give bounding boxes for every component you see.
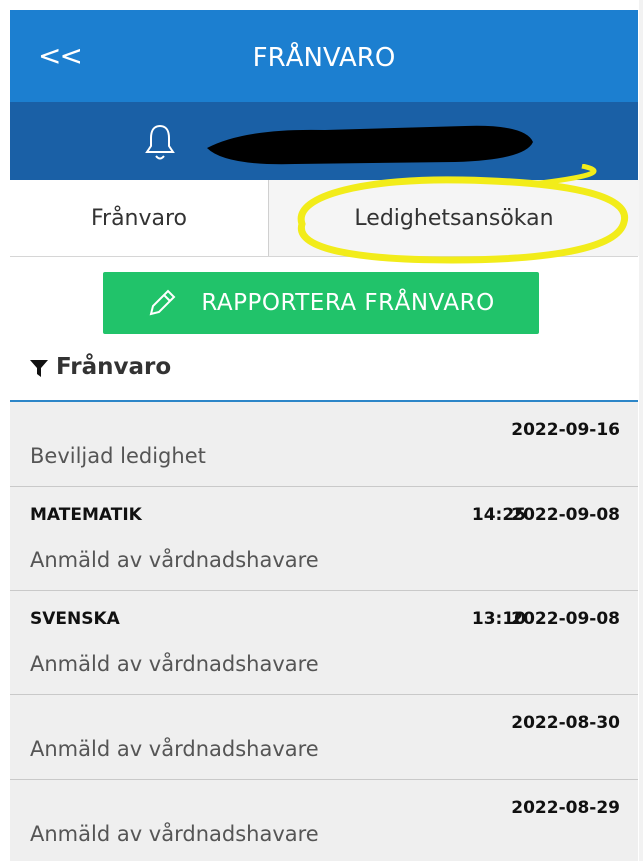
redacted-name [207, 125, 533, 165]
absence-description: Beviljad ledighet [30, 444, 206, 468]
filter-icon [30, 360, 48, 377]
app-header: << FRÅNVARO [10, 10, 638, 102]
report-absence-label: RAPPORTERA FRÅNVARO [201, 290, 495, 316]
absence-date: 2022-09-08 [511, 609, 620, 629]
filter-label: Frånvaro [56, 354, 172, 380]
screen-edge [639, 0, 643, 861]
absence-date: 2022-09-08 [511, 505, 620, 525]
absence-description: Anmäld av vårdnadshavare [30, 822, 319, 846]
absence-date: 2022-08-29 [511, 798, 620, 818]
absence-row[interactable]: 2022-08-29 Anmäld av vårdnadshavare [10, 780, 638, 861]
absence-row[interactable]: 2022-09-16 Beviljad ledighet [10, 402, 638, 487]
app-frame: << FRÅNVARO Frånvaro Ledighetsansökan RA… [0, 0, 643, 861]
tab-bar: Frånvaro Ledighetsansökan [10, 180, 639, 257]
tab-franvaro-label: Frånvaro [90, 205, 188, 231]
absence-subject: MATEMATIK [30, 505, 142, 525]
absence-description: Anmäld av vårdnadshavare [30, 548, 319, 572]
absence-date: 2022-08-30 [511, 713, 620, 733]
tab-ledighetsansokan-label: Ledighetsansökan [354, 205, 554, 231]
absence-row[interactable]: SVENSKA 13:10 2022-09-08 Anmäld av vårdn… [10, 591, 638, 695]
absence-description: Anmäld av vårdnadshavare [30, 737, 319, 761]
filter-toggle[interactable]: Frånvaro [10, 342, 638, 402]
pencil-icon [149, 289, 176, 316]
absence-list: 2022-09-16 Beviljad ledighet MATEMATIK 1… [10, 402, 638, 861]
absence-date: 2022-09-16 [511, 420, 620, 440]
page-title: FRÅNVARO [252, 43, 396, 73]
user-bar [10, 102, 638, 180]
absence-row[interactable]: MATEMATIK 14:25 2022-09-08 Anmäld av vår… [10, 487, 638, 591]
absence-row[interactable]: 2022-08-30 Anmäld av vårdnadshavare [10, 695, 638, 780]
absence-description: Anmäld av vårdnadshavare [30, 652, 319, 676]
tab-franvaro[interactable]: Frånvaro [10, 180, 268, 256]
bell-icon[interactable] [145, 122, 175, 164]
absence-subject: SVENSKA [30, 609, 120, 629]
report-absence-button[interactable]: RAPPORTERA FRÅNVARO [103, 272, 539, 334]
tab-ledighetsansokan[interactable]: Ledighetsansökan [268, 180, 639, 256]
